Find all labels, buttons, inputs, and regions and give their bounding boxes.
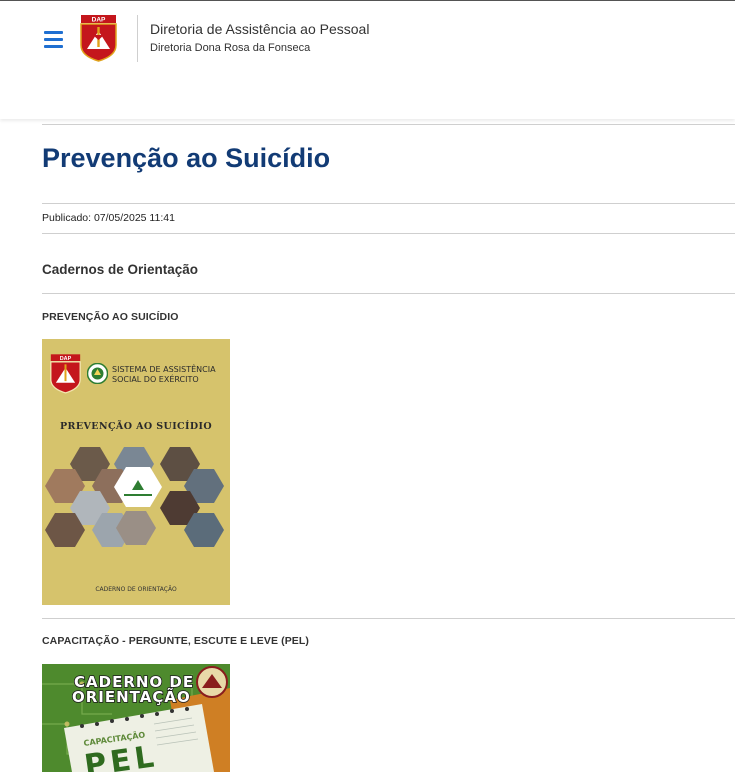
cover-system-name: SISTEMA DE ASSISTÊNCIA SOCIAL DO EXÉRCIT…	[112, 365, 216, 384]
cover-footer: CADERNO DE ORIENTAÇÃO	[95, 586, 177, 593]
page-title: Prevenção ao Suicídio	[42, 143, 331, 173]
cover-capacitacao-pel[interactable]: CADERNO DE ORIENTAÇÃO CAPACITAÇÃO PEL	[42, 664, 230, 772]
section-title: Cadernos de Orientação	[42, 262, 199, 277]
published-date: Publicado: 07/05/2025 11:41	[42, 212, 175, 224]
divider	[42, 618, 735, 619]
item-heading-prevencao: PREVENÇÃO AO SUICÍDIO	[42, 311, 179, 323]
divider	[42, 124, 735, 125]
photo-collage	[45, 447, 224, 547]
menu-icon[interactable]	[44, 31, 64, 48]
divider	[42, 203, 735, 204]
cover-prevencao-ao-suicidio[interactable]: DAP SISTEMA DE ASSISTÊNCIA SOCIAL DO EXÉ…	[42, 339, 230, 605]
seal-icon	[87, 363, 108, 384]
item-heading-pel: CAPACITAÇÃO - PERGUNTE, ESCUTE E LEVE (P…	[42, 635, 310, 647]
svg-text:DAP: DAP	[60, 356, 72, 362]
cover-title: PREVENÇÃO AO SUICÍDIO	[60, 421, 212, 432]
divider	[42, 233, 735, 234]
divider	[42, 293, 735, 294]
dap-logo[interactable]: DAP	[80, 15, 117, 62]
header-separator	[137, 15, 138, 62]
cover-pel-art: CADERNO DE ORIENTAÇÃO CAPACITAÇÃO PEL	[42, 664, 230, 772]
dap-logo: DAP	[50, 354, 81, 394]
org-title[interactable]: Diretoria de Assistência ao Pessoal	[150, 21, 369, 37]
org-subtitle: Diretoria Dona Rosa da Fonseca	[150, 42, 311, 54]
site-header: DAP Diretoria de Assistência ao Pessoal …	[0, 1, 735, 119]
svg-text:DAP: DAP	[92, 17, 106, 24]
svg-text:ORIENTAÇÃO: ORIENTAÇÃO	[72, 687, 191, 706]
